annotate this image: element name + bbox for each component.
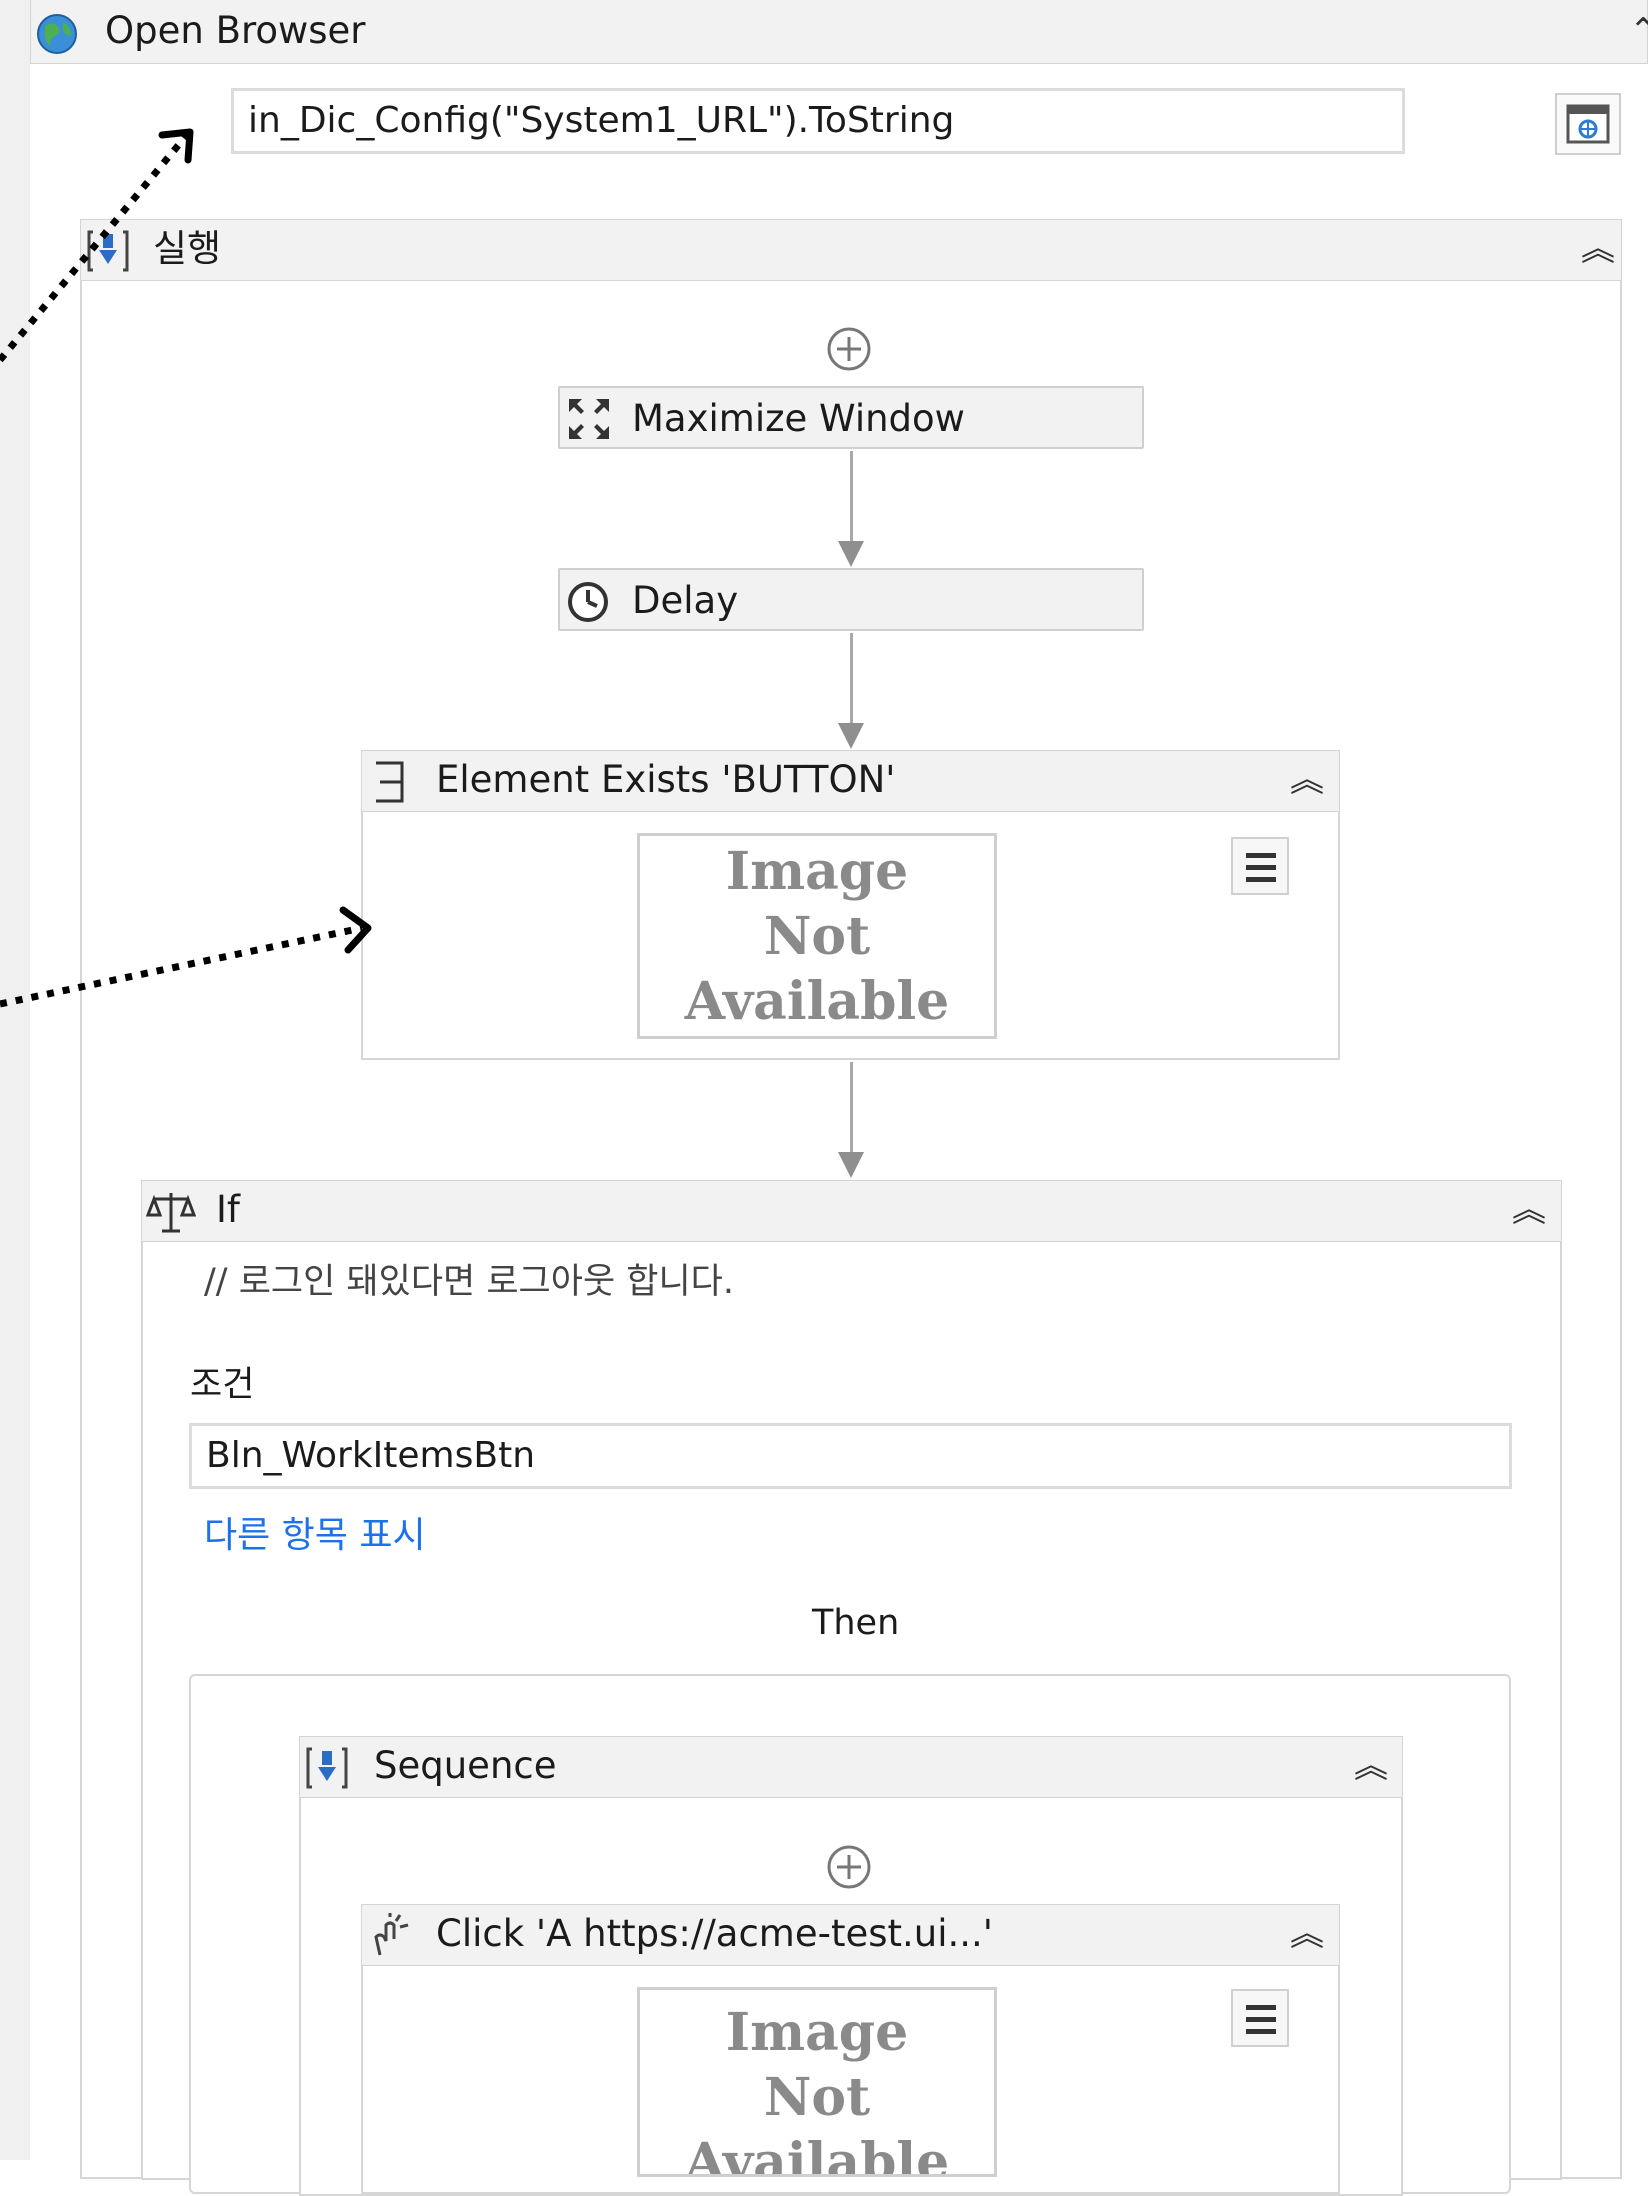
annotation-arrow-to-url — [0, 128, 194, 363]
annotation-arrows-overlay — [0, 128, 372, 1008]
annotation-arrow-to-element-exists — [0, 906, 372, 1008]
